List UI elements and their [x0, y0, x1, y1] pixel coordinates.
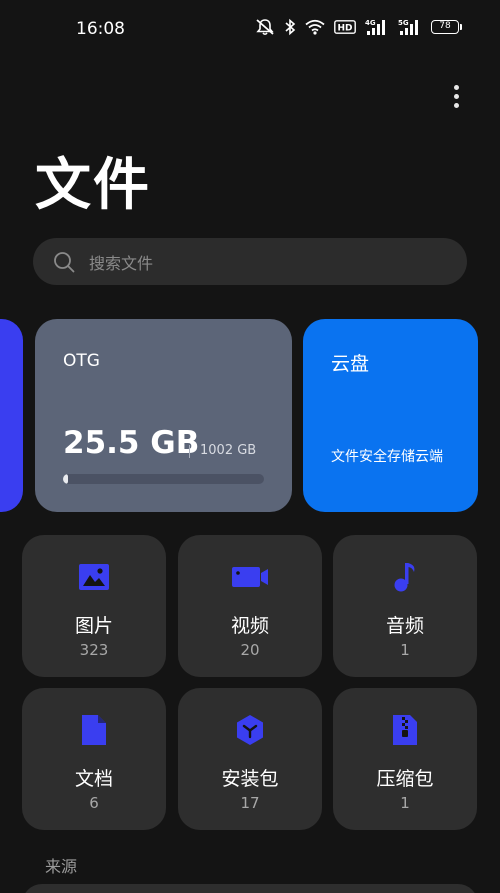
signal-5g-icon: 5G: [398, 19, 418, 35]
document-icon: [82, 715, 106, 745]
search-input[interactable]: 搜索文件: [33, 238, 467, 285]
more-vertical-icon: [453, 84, 459, 90]
net-5g-label: 5G: [398, 19, 409, 27]
otg-usage-bar: [63, 474, 264, 484]
category-count: 323: [79, 641, 109, 659]
otg-total-size: 1002 GB: [200, 443, 257, 458]
page-title: 文件: [35, 153, 151, 218]
cloud-name: 云盘: [331, 353, 370, 375]
video-icon: [232, 567, 268, 587]
otg-usage-fill: [63, 474, 69, 484]
hd-icon: HD: [334, 20, 356, 34]
otg-used-size: 25.5 GB: [63, 425, 200, 461]
category-images[interactable]: 图片 323: [22, 535, 166, 677]
storage-card-previous[interactable]: [0, 319, 23, 512]
wifi-icon: [305, 19, 325, 35]
category-count: 17: [240, 794, 260, 812]
status-icons: HD 4G 5G 78: [255, 18, 462, 36]
sources-card[interactable]: [22, 884, 478, 893]
category-label: 压缩包: [376, 768, 434, 790]
category-videos[interactable]: 视频 20: [178, 535, 322, 677]
signal-4g-icon: 4G: [365, 19, 385, 35]
music-note-icon: [394, 563, 415, 592]
otg-storage-card[interactable]: OTG 25.5 GB 1002 GB: [35, 319, 292, 512]
category-label: 视频: [230, 615, 269, 637]
status-bar: 16:08 HD 4G 5G 78: [0, 0, 500, 58]
battery-level: 78: [431, 20, 459, 34]
image-icon: [79, 564, 109, 590]
bluetooth-icon: [285, 18, 296, 36]
category-label: 文档: [74, 768, 113, 790]
sources-section-title: 来源: [45, 857, 78, 876]
status-time: 16:08: [76, 19, 125, 39]
cloud-storage-card[interactable]: 云盘 文件安全存储云端: [303, 319, 478, 512]
category-documents[interactable]: 文档 6: [22, 688, 166, 830]
cloud-description: 文件安全存储云端: [331, 449, 443, 465]
category-audio[interactable]: 音频 1: [333, 535, 477, 677]
category-label: 安装包: [221, 768, 279, 790]
hd-label: HD: [337, 24, 352, 34]
category-label: 音频: [385, 615, 424, 637]
category-count: 1: [400, 794, 410, 812]
net-4g-label: 4G: [365, 19, 376, 27]
mute-icon: [256, 19, 274, 36]
battery-icon: 78: [431, 20, 462, 34]
search-placeholder: 搜索文件: [89, 253, 154, 273]
otg-separator: [189, 445, 190, 458]
category-count: 20: [240, 641, 260, 659]
category-label: 图片: [74, 615, 113, 637]
more-options-button[interactable]: [444, 80, 468, 112]
category-archives[interactable]: 压缩包 1: [333, 688, 477, 830]
package-icon: [237, 715, 263, 745]
zip-icon: [393, 715, 417, 745]
category-count: 6: [89, 794, 99, 812]
category-count: 1: [400, 641, 410, 659]
otg-name: OTG: [63, 351, 100, 371]
search-icon: [54, 251, 75, 272]
category-packages[interactable]: 安装包 17: [178, 688, 322, 830]
